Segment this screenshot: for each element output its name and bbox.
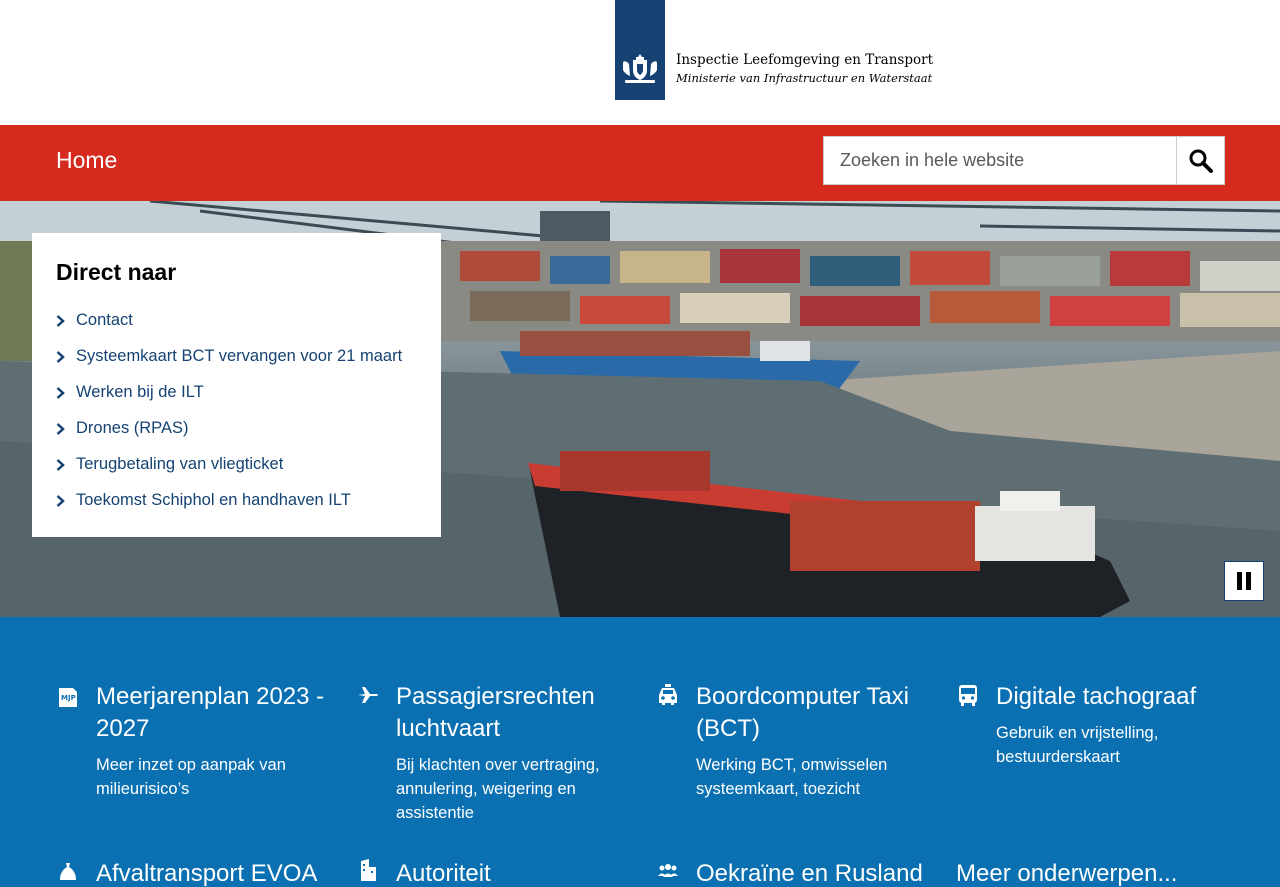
ministry-name: Ministerie van Infrastructuur en Waterst… (676, 71, 933, 85)
search-icon (1189, 149, 1213, 173)
chevron-right-icon (56, 311, 76, 331)
topic-description: Werking BCT, omwisselen systeemkaart, to… (696, 756, 888, 798)
topic-description: Bij klachten over vertraging, annulering… (396, 756, 600, 822)
people-icon (658, 864, 678, 877)
more-topics-link[interactable]: Meer onderwerpen... (956, 858, 1216, 887)
direct-link-label: Systeemkaart BCT vervangen voor 21 maart (76, 347, 403, 365)
topic-title[interactable]: Digitale tachograaf (996, 681, 1256, 713)
search-input[interactable] (824, 137, 1176, 184)
chevron-right-icon (56, 491, 76, 511)
logo-bar[interactable] (615, 0, 665, 100)
chevron-right-icon (56, 455, 76, 475)
topic-title[interactable]: Meerjarenplan 2023 - 2027 (96, 681, 326, 745)
topic-meer-onderwerpen: Meer onderwerpen... (956, 858, 1236, 887)
topic-title[interactable]: Passagiersrechten luchtvaart (396, 681, 626, 745)
topic-title[interactable]: Autoriteit (396, 858, 626, 887)
topic-title[interactable]: Oekraïne en Rusland (696, 858, 956, 887)
search-button[interactable] (1176, 137, 1224, 184)
svg-text:MJP: MJP (61, 694, 76, 702)
bus-icon (959, 685, 977, 706)
direct-naar-heading: Direct naar (56, 259, 177, 285)
chevron-right-icon (56, 347, 76, 367)
topic-description: Gebruik en vrijstelling, bestuurderskaar… (996, 724, 1159, 766)
site-header: Inspectie Leefomgeving en Transport Mini… (0, 0, 1280, 125)
topic-title[interactable]: Boordcomputer Taxi (BCT) (696, 681, 926, 745)
pause-icon (1237, 572, 1251, 590)
direct-link-contact[interactable]: Contact (56, 311, 402, 347)
topic-digitale-tachograaf: Digitale tachograaf Gebruik en vrijstell… (956, 681, 1236, 781)
direct-link-label: Drones (RPAS) (76, 419, 189, 437)
topic-autoriteit: Autoriteit (356, 858, 636, 887)
topic-afvaltransport-evoa: Afvaltransport EVOA (56, 858, 336, 887)
nav-home-link[interactable]: Home (56, 147, 117, 174)
topic-passagiersrechten: Passagiersrechten luchtvaart Bij klachte… (356, 681, 636, 822)
topic-oekraine-rusland: Oekraïne en Rusland (656, 858, 936, 887)
logo-text[interactable]: Inspectie Leefomgeving en Transport Mini… (676, 52, 933, 85)
waste-bag-icon (60, 863, 76, 880)
topic-description: Meer inzet op aanpak van milieurisico’s (96, 756, 286, 798)
org-name: Inspectie Leefomgeving en Transport (676, 52, 933, 68)
taxi-icon (659, 684, 677, 705)
rijkswapen-icon (623, 54, 657, 83)
direct-link-label: Contact (76, 311, 133, 329)
direct-link-terugbetaling[interactable]: Terugbetaling van vliegticket (56, 455, 402, 491)
direct-link-label: Werken bij de ILT (76, 383, 204, 401)
topic-meerjarenplan: MJP Meerjarenplan 2023 - 2027 Meer inzet… (56, 681, 336, 798)
pause-slideshow-button[interactable] (1224, 561, 1264, 601)
direct-link-label: Toekomst Schiphol en handhaven ILT (76, 491, 351, 509)
airplane-icon (358, 687, 378, 703)
direct-link-systeemkaart-bct[interactable]: Systeemkaart BCT vervangen voor 21 maart (56, 347, 402, 383)
direct-naar-panel: Direct naar Contact Systeemkaart BCT ver… (32, 233, 441, 537)
topic-title[interactable]: Afvaltransport EVOA (96, 858, 336, 887)
direct-link-label: Terugbetaling van vliegticket (76, 455, 284, 473)
topic-boordcomputer-taxi: Boordcomputer Taxi (BCT) Werking BCT, om… (656, 681, 936, 798)
chevron-right-icon (56, 419, 76, 439)
mjp-icon: MJP (59, 688, 77, 707)
direct-link-toekomst-schiphol[interactable]: Toekomst Schiphol en handhaven ILT (56, 491, 402, 527)
building-icon (361, 859, 376, 881)
topics-section: MJP Meerjarenplan 2023 - 2027 Meer inzet… (0, 617, 1280, 887)
direct-naar-list: Contact Systeemkaart BCT vervangen voor … (56, 311, 402, 527)
chevron-right-icon (56, 383, 76, 403)
direct-link-drones[interactable]: Drones (RPAS) (56, 419, 402, 455)
main-navigation: Home (0, 125, 1280, 201)
search-form (823, 136, 1225, 185)
direct-link-werken-bij[interactable]: Werken bij de ILT (56, 383, 402, 419)
